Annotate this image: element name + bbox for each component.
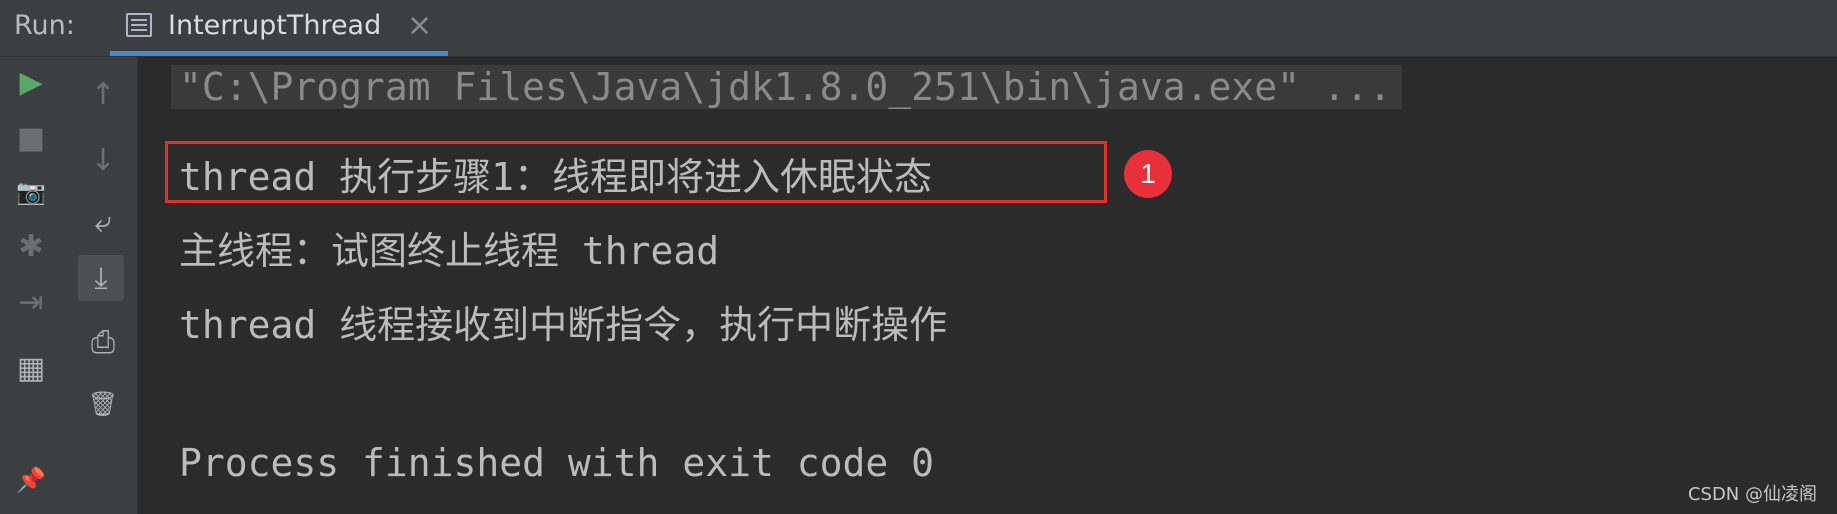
tab-interrupt-thread[interactable]: InterruptThread × — [110, 0, 448, 56]
scroll-to-end-icon[interactable]: ⤓ — [78, 255, 124, 301]
highlight-box — [165, 141, 1107, 203]
console-line: thread 线程接收到中断指令，执行中断操作 — [179, 303, 948, 347]
run-tool-window-header: Run: InterruptThread × — [0, 0, 1837, 57]
annotation-badge: 1 — [1124, 150, 1172, 198]
pin-icon[interactable]: 📌 — [8, 457, 54, 503]
close-icon[interactable]: × — [407, 8, 432, 43]
run-toolbar: ▶ ■ 📷 ✱ ⇥ ▦ 📌 ↑ ↓ ⤶ ⤓ ⎙ 🗑 — [0, 57, 138, 514]
debug-bug-icon[interactable]: ✱ — [8, 223, 54, 269]
layout-icon[interactable]: ▦ — [8, 345, 54, 391]
camera-icon[interactable]: 📷 — [8, 169, 54, 215]
print-icon[interactable]: ⎙ — [80, 319, 126, 365]
run-label: Run: — [14, 10, 75, 41]
soft-wrap-icon[interactable]: ⤶ — [80, 199, 126, 245]
trash-icon[interactable]: 🗑 — [80, 381, 126, 427]
console-output[interactable]: "C:\Program Files\Java\jdk1.8.0_251\bin\… — [139, 57, 1837, 514]
down-arrow-icon[interactable]: ↓ — [80, 137, 126, 183]
exit-icon[interactable]: ⇥ — [8, 279, 54, 325]
console-window-icon — [126, 13, 152, 37]
console-command-line: "C:\Program Files\Java\jdk1.8.0_251\bin\… — [171, 65, 1402, 109]
up-arrow-icon[interactable]: ↑ — [80, 71, 126, 117]
tab-title: InterruptThread — [168, 10, 382, 41]
console-line: 主线程：试图终止线程 thread — [179, 229, 720, 273]
stop-icon[interactable]: ■ — [8, 115, 54, 161]
run-icon[interactable]: ▶ — [8, 59, 54, 105]
console-exit-line: Process finished with exit code 0 — [179, 441, 934, 485]
watermark: CSDN @仙凌阁 — [1687, 484, 1817, 505]
